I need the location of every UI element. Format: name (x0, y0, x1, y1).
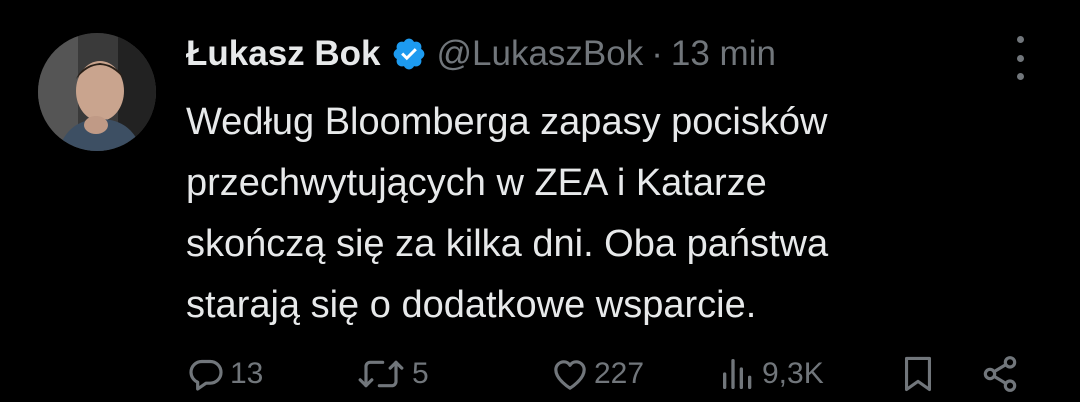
more-vertical-icon[interactable] (1008, 36, 1032, 80)
views-count: 9,3K (762, 357, 824, 390)
avatar-image (38, 33, 156, 151)
tweet-text: Według Bloomberga zapasy pocisków przech… (186, 92, 1046, 336)
author-display-name[interactable]: Łukasz Bok (186, 34, 381, 74)
verified-badge-icon (391, 36, 427, 72)
share-icon (983, 356, 1017, 392)
heart-icon (554, 360, 586, 390)
reply-button[interactable]: 13 (186, 354, 263, 394)
tweet-text-line: Według Bloomberga zapasy pocisków (186, 101, 828, 143)
like-button[interactable]: 227 (550, 354, 644, 394)
tweet-header: Łukasz Bok @LukaszBok · 13 min (186, 26, 776, 82)
tweet-card[interactable]: Łukasz Bok @LukaszBok · 13 min Według Bl… (0, 0, 1080, 402)
bookmark-button[interactable] (900, 354, 936, 394)
repost-button[interactable]: 5 (354, 354, 429, 394)
tweet-text-line: skończą się za kilka dni. Oba państwa (186, 223, 829, 265)
tweet-timestamp[interactable]: 13 min (671, 34, 776, 74)
reply-icon (189, 359, 223, 391)
views-button[interactable]: 9,3K (718, 354, 824, 394)
views-chart-icon (723, 359, 752, 389)
tweet-action-bar: 13 5 227 9,3K (0, 346, 1080, 402)
tweet-text-line: przechwytujących w ZEA i Katarze (186, 162, 767, 204)
like-count: 227 (594, 357, 645, 390)
tweet-text-line: starają się o dodatkowe wsparcie. (186, 284, 757, 326)
repost-icon (358, 360, 404, 388)
avatar[interactable] (38, 33, 156, 151)
author-handle[interactable]: @LukaszBok (437, 34, 644, 74)
header-separator: · (651, 34, 663, 73)
reply-count: 13 (230, 357, 264, 390)
share-button[interactable] (980, 354, 1020, 394)
bookmark-icon (904, 356, 932, 392)
repost-count: 5 (412, 357, 429, 390)
